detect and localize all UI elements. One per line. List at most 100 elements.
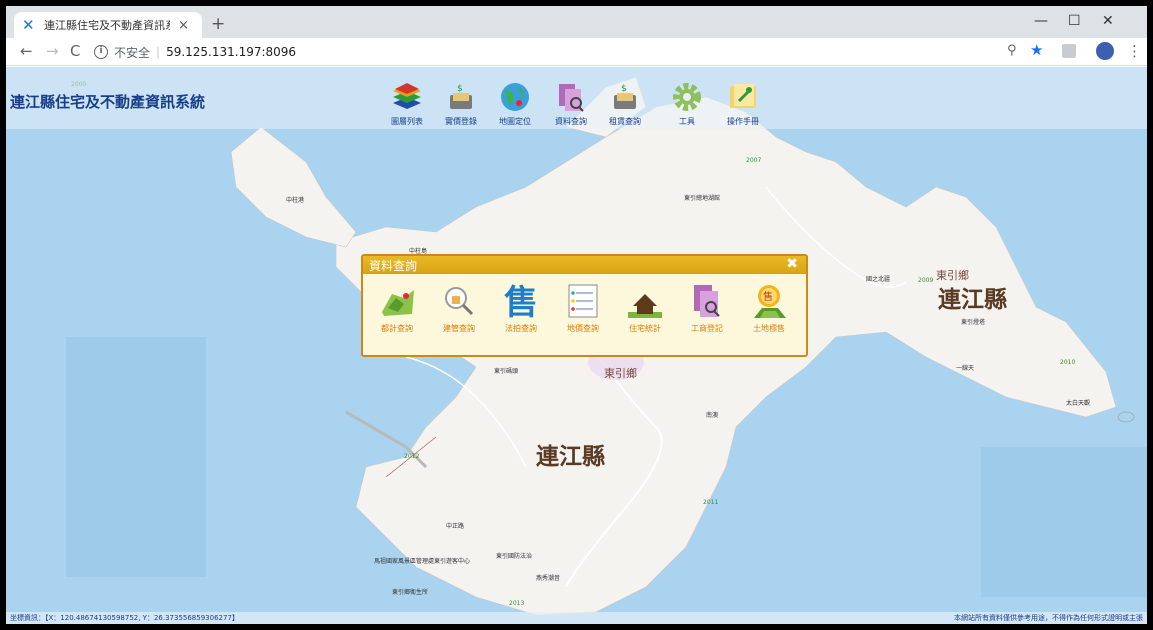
tool-map-locate[interactable]: 地圖定位 <box>490 81 540 127</box>
svg-text:售: 售 <box>763 290 773 303</box>
svg-text:$: $ <box>457 84 463 94</box>
query-label: 建管查詢 <box>443 324 475 333</box>
query-building[interactable]: 建管查詢 <box>431 282 487 334</box>
price-register-icon: $ <box>445 81 477 113</box>
map-locate-icon <box>499 81 531 113</box>
maximize-button[interactable]: ☐ <box>1068 13 1081 29</box>
minimize-button[interactable]: — <box>1034 13 1048 29</box>
county-label: 連江縣 <box>536 444 605 470</box>
app-header: 連江縣住宅及不動產資訊系統 圖層列表 $ 實價登錄 地圖定位 資料查詢 $ 租賃… <box>6 67 1147 129</box>
west-islet <box>230 126 357 248</box>
query-urban-plan[interactable]: 都計查詢 <box>369 282 425 334</box>
urban-plan-icon <box>378 282 416 320</box>
gear-icon <box>671 81 703 113</box>
map-label: 國之北疆 <box>866 276 891 283</box>
map-label: 東引國防法治 <box>496 553 533 560</box>
url-text[interactable]: 59.125.131.197:8096 <box>166 45 296 59</box>
map-view[interactable]: 中柱港 中柱島 東引總地湖館 東引碼頭 南澳 中正路 東引國防法治 馬祖國家風景… <box>6 67 1147 624</box>
reload-button[interactable]: C <box>70 42 80 60</box>
building-search-icon <box>440 282 478 320</box>
svg-text:$: $ <box>621 84 627 94</box>
query-label: 法拍查詢 <box>505 324 537 333</box>
map-label: 太白天觀 <box>1066 400 1091 407</box>
tool-price-register[interactable]: $ 實價登錄 <box>436 81 486 127</box>
new-tab-button[interactable]: + <box>211 14 225 34</box>
browser-tab[interactable]: ✕ 連江縣住宅及不動產資訊系統 × <box>14 12 202 38</box>
map-label: 中柱港 <box>286 197 305 204</box>
elevation-marker: 2013 <box>509 600 525 607</box>
browser-window: ✕ 連江縣住宅及不動產資訊系統 × + — ☐ ✕ ← → C i 不安全 | … <box>6 6 1147 624</box>
status-bar: 坐標資訊：【X：120.48674130598752, Y：26.3735568… <box>6 612 1147 624</box>
address-separator: | <box>156 45 161 59</box>
query-label: 住宅統計 <box>629 324 661 333</box>
data-query-dialog: 資料查詢 ✖ 都計查詢 建管查詢 售 法拍查詢 地價查詢 住宅統計 工商登記 售… <box>361 254 808 357</box>
map-label: 東引鄉衛生所 <box>392 589 429 596</box>
bookmark-star-icon[interactable]: ★ <box>1030 41 1043 59</box>
disclaimer-text: 本網站所有資料僅供參考用途，不得作為任何形式證明或主張 <box>954 614 1143 622</box>
elevation-marker: 2007 <box>746 157 762 164</box>
extension-icon[interactable] <box>1062 44 1076 58</box>
tab-strip: ✕ 連江縣住宅及不動產資訊系統 × + — ☐ ✕ <box>6 6 1147 38</box>
query-house-stats[interactable]: 住宅統計 <box>617 282 673 334</box>
browser-toolbar: ← → C i 不安全 | 59.125.131.197:8096 ⚲ ★ ⋮ <box>6 38 1147 66</box>
info-icon[interactable]: i <box>94 45 108 59</box>
tab-title: 連江縣住宅及不動產資訊系統 <box>44 19 170 32</box>
query-land-sale[interactable]: 售 土地標售 <box>741 282 797 334</box>
tool-label: 圖層列表 <box>391 117 423 126</box>
query-business[interactable]: 工商登記 <box>679 282 735 334</box>
close-window-button[interactable]: ✕ <box>1102 13 1114 29</box>
map-label: 東引總地湖館 <box>684 195 721 202</box>
coordinate-readout: 坐標資訊：【X：120.48674130598752, Y：26.3735568… <box>10 614 239 622</box>
svg-text:售: 售 <box>504 283 538 320</box>
query-label: 工商登記 <box>691 324 723 333</box>
tool-rental-query[interactable]: $ 租賃查詢 <box>600 81 650 127</box>
tool-label: 實價登錄 <box>445 117 477 126</box>
elevation-marker: 2010 <box>1060 359 1076 366</box>
tool-manual[interactable]: 操作手冊 <box>718 81 768 127</box>
query-auction[interactable]: 售 法拍查詢 <box>493 282 549 334</box>
query-label: 地價查詢 <box>567 324 599 333</box>
map-label: 東引碼頭 <box>494 368 519 375</box>
tool-tools[interactable]: 工具 <box>662 81 712 127</box>
auction-icon: 售 <box>502 282 540 323</box>
elevation-marker: 2012 <box>404 453 420 460</box>
rental-query-icon: $ <box>609 81 641 113</box>
map-label: 東引燈塔 <box>961 319 986 326</box>
forward-button[interactable]: → <box>46 42 59 60</box>
data-query-icon <box>555 81 587 113</box>
manual-icon <box>727 81 759 113</box>
elevation-marker: 2009 <box>918 277 934 284</box>
query-label: 都計查詢 <box>381 324 413 333</box>
tool-data-query[interactable]: 資料查詢 <box>546 81 596 127</box>
layers-icon <box>391 81 423 113</box>
map-label: 一線天 <box>956 365 975 372</box>
back-button[interactable]: ← <box>20 42 33 60</box>
land-sale-icon: 售 <box>750 282 788 320</box>
tool-label: 地圖定位 <box>499 117 531 126</box>
tool-label: 租賃查詢 <box>609 117 641 126</box>
county-label: 連江縣 <box>938 287 1007 313</box>
app-title: 連江縣住宅及不動產資訊系統 <box>10 93 206 111</box>
query-land-price[interactable]: 地價查詢 <box>555 282 611 334</box>
map-label: 中正路 <box>446 523 465 530</box>
land-price-list-icon <box>564 282 602 320</box>
profile-avatar-icon[interactable] <box>1096 42 1114 60</box>
tab-close-button[interactable]: × <box>178 18 189 33</box>
tool-label: 操作手冊 <box>727 117 759 126</box>
menu-icon[interactable]: ⋮ <box>1127 42 1142 60</box>
house-stats-icon <box>626 282 664 320</box>
business-register-icon <box>688 282 726 320</box>
dialog-close-button[interactable]: ✖ <box>786 256 798 272</box>
tool-layers[interactable]: 圖層列表 <box>382 81 432 127</box>
dialog-title: 資料查詢 <box>369 259 418 273</box>
address-bar[interactable]: i 不安全 | 59.125.131.197:8096 <box>94 41 1094 63</box>
map-label: 燕秀潮音 <box>536 575 561 582</box>
elevation-marker: 2011 <box>703 499 719 506</box>
dialog-header: 資料查詢 ✖ <box>363 256 806 274</box>
query-label: 土地標售 <box>753 324 785 333</box>
favicon-icon: ✕ <box>22 16 35 34</box>
map-label: 馬祖國家風景區管理處東引遊客中心 <box>374 558 471 565</box>
zoom-icon[interactable]: ⚲ <box>1007 43 1017 58</box>
insecure-label: 不安全 <box>114 45 151 60</box>
township-label: 東引鄉 <box>604 367 637 380</box>
